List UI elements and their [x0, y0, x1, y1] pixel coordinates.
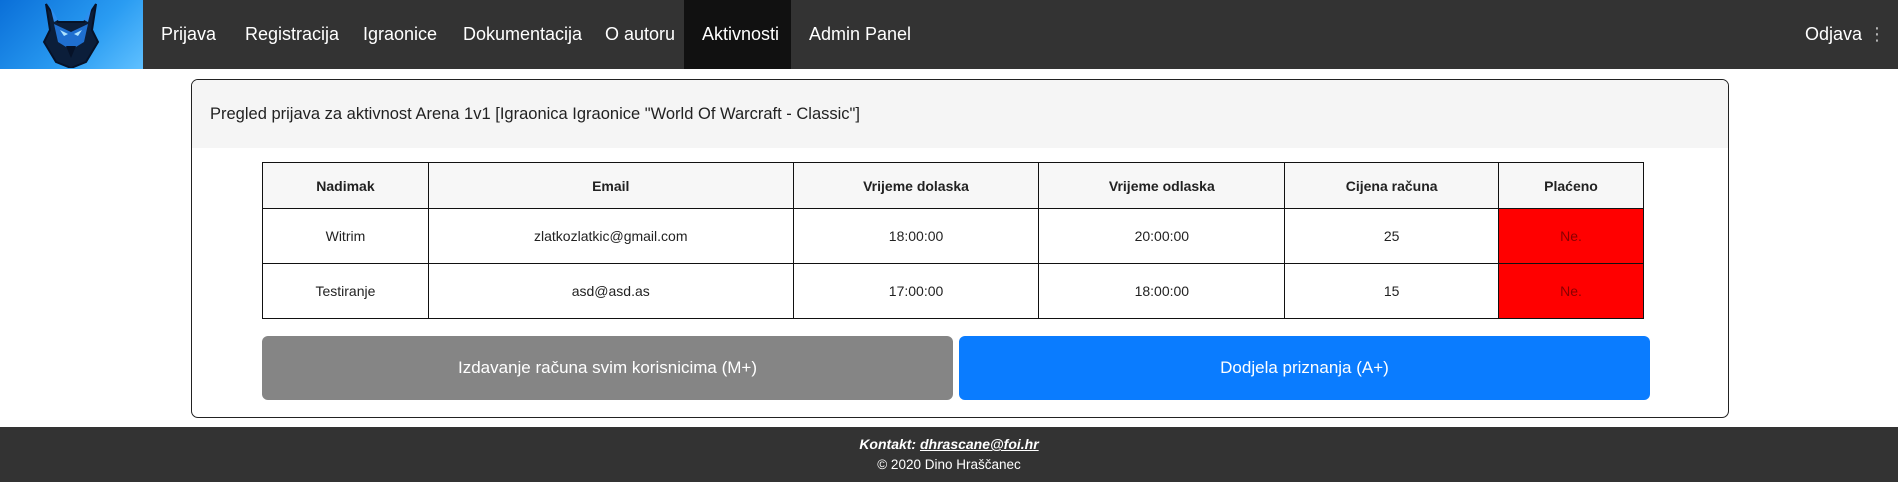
footer-contact: Kontakt: dhrascane@foi.hr [0, 436, 1898, 452]
issue-invoices-button[interactable]: Izdavanje računa svim korisnicima (M+) [262, 336, 953, 400]
cell-nadimak: Witrim [262, 208, 429, 264]
cell-odlazak: 18:00:00 [1038, 263, 1286, 319]
cell-cijena: 25 [1284, 208, 1500, 264]
col-placeno: Plaćeno [1498, 162, 1644, 209]
cell-placeno: Ne. [1498, 263, 1644, 319]
award-recognition-button[interactable]: Dodjela priznanja (A+) [959, 336, 1650, 400]
col-nadimak: Nadimak [262, 162, 429, 209]
card-title: Pregled prijava za aktivnost Arena 1v1 [… [192, 80, 1728, 148]
footer-contact-email-link[interactable]: dhrascane@foi.hr [920, 436, 1039, 452]
footer: Kontakt: dhrascane@foi.hr © 2020 Dino Hr… [0, 427, 1898, 482]
nav-prijava[interactable]: Prijava [143, 0, 234, 69]
site-logo[interactable] [0, 0, 143, 69]
nav-odjava[interactable]: Odjava [1805, 24, 1862, 44]
footer-contact-label: Kontakt: [859, 436, 917, 452]
table-header-row: Nadimak Email Vrijeme dolaska Vrijeme od… [262, 162, 1644, 209]
table-row: Witrim zlatkozlatkic@gmail.com 18:00:00 … [262, 208, 1644, 264]
menu-dots-icon[interactable]: ⋮ [1868, 0, 1886, 69]
wolf-logo-icon [42, 3, 100, 68]
cell-odlazak: 20:00:00 [1038, 208, 1286, 264]
cell-email: zlatkozlatkic@gmail.com [427, 208, 794, 264]
registrations-card: Pregled prijava za aktivnost Arena 1v1 [… [191, 79, 1729, 418]
navbar: Prijava Registracija Igraonice Dokumenta… [0, 0, 1898, 69]
nav-admin-panel[interactable]: Admin Panel [791, 0, 929, 69]
nav-logout-area: Odjava ⋮ [1805, 0, 1898, 69]
col-vrijeme-dolaska: Vrijeme dolaska [792, 162, 1040, 209]
nav-aktivnosti[interactable]: Aktivnosti [684, 0, 791, 69]
nav-o-autoru[interactable]: O autoru [587, 0, 693, 69]
footer-copyright: © 2020 Dino Hraščanec [877, 457, 1021, 472]
col-email: Email [427, 162, 794, 209]
nav-registracija[interactable]: Registracija [227, 0, 357, 69]
nav-igraonice[interactable]: Igraonice [345, 0, 455, 69]
cell-cijena: 15 [1284, 263, 1500, 319]
cell-dolazak: 18:00:00 [792, 208, 1040, 264]
nav-dokumentacija[interactable]: Dokumentacija [445, 0, 600, 69]
col-cijena-racuna: Cijena računa [1284, 162, 1500, 209]
col-vrijeme-odlaska: Vrijeme odlaska [1038, 162, 1286, 209]
cell-placeno: Ne. [1498, 208, 1644, 264]
table-row: Testiranje asd@asd.as 17:00:00 18:00:00 … [262, 263, 1644, 319]
cell-email: asd@asd.as [427, 263, 794, 319]
cell-dolazak: 17:00:00 [792, 263, 1040, 319]
registrations-table: Nadimak Email Vrijeme dolaska Vrijeme od… [262, 162, 1644, 319]
cell-nadimak: Testiranje [262, 263, 429, 319]
